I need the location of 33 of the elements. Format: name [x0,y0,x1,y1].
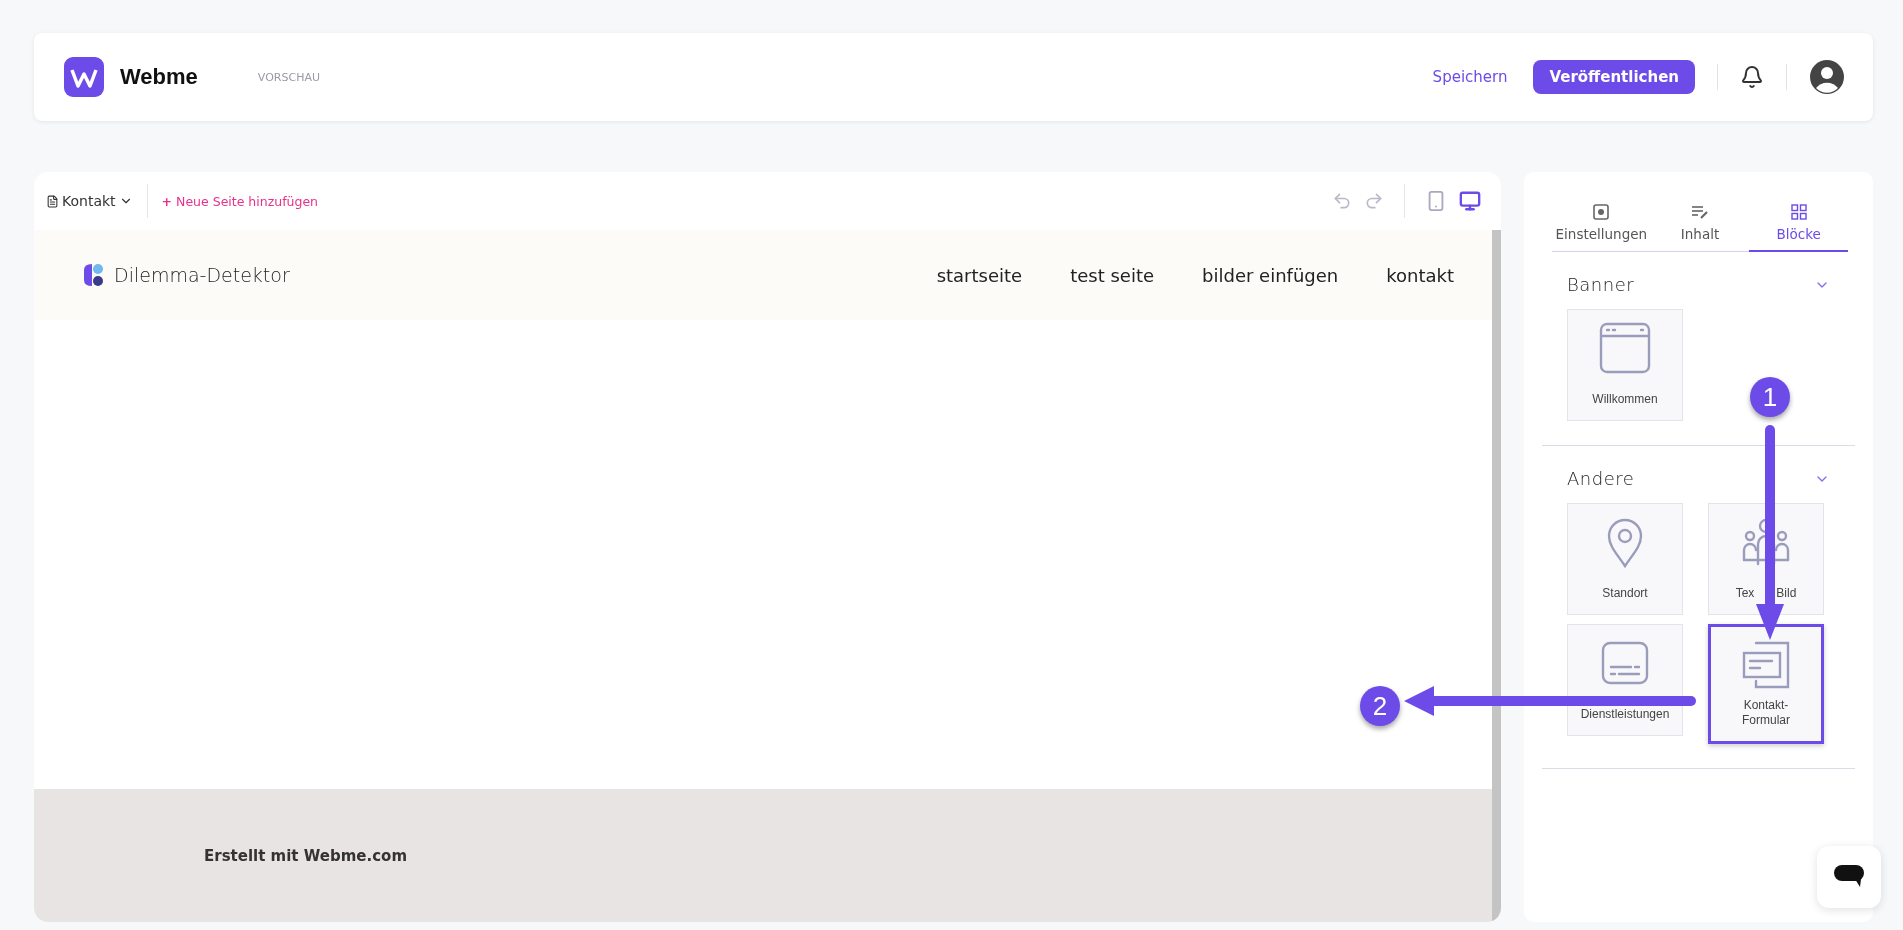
chat-button[interactable] [1817,846,1881,908]
page-icon [46,194,59,208]
page-selector[interactable]: Kontakt [46,193,133,209]
nav-link[interactable]: test seite [1070,264,1155,286]
save-link[interactable]: Speichern [1432,68,1508,86]
nav-link[interactable]: bilder einfügen [1202,264,1339,286]
settings-icon [1593,204,1610,220]
add-page-link[interactable]: + Neue Seite hinzufügen [161,193,319,209]
section-title: Banner [1567,274,1635,295]
footer-text: Erstellt mit Webme.com [204,846,407,865]
user-avatar-icon[interactable] [1809,59,1845,95]
grid-icon [1790,204,1807,220]
nav-link[interactable]: kontakt [1386,264,1454,286]
browser-window-icon [1597,320,1653,376]
block-tile[interactable]: Standort [1567,503,1683,615]
section-title: Andere [1567,468,1635,489]
site-name: Dilemma-Detektor [114,264,290,286]
panel-tab[interactable]: Blöcke [1749,202,1848,252]
scrollbar[interactable] [1492,230,1501,922]
block-tile[interactable]: Kontakt-Formular [1708,624,1824,744]
publish-button[interactable]: Veröffentlichen [1533,60,1695,94]
panel-tab[interactable]: Einstellungen [1552,202,1651,252]
site-logo-icon [82,262,104,288]
nav-link[interactable]: startseite [936,264,1023,286]
block-tile[interactable]: Tex Bild [1708,503,1824,615]
panel-tab[interactable]: Inhalt [1650,202,1750,252]
brand-name: Webme [120,64,198,90]
logo-icon [64,57,104,97]
block-tile[interactable]: Willkommen [1567,309,1683,421]
edit-lines-icon [1691,204,1709,220]
block-tile[interactable]: Dienstleistungen [1567,624,1683,736]
notification-bell-icon[interactable] [1740,65,1764,89]
preview-label: VORSCHAU [257,70,320,84]
